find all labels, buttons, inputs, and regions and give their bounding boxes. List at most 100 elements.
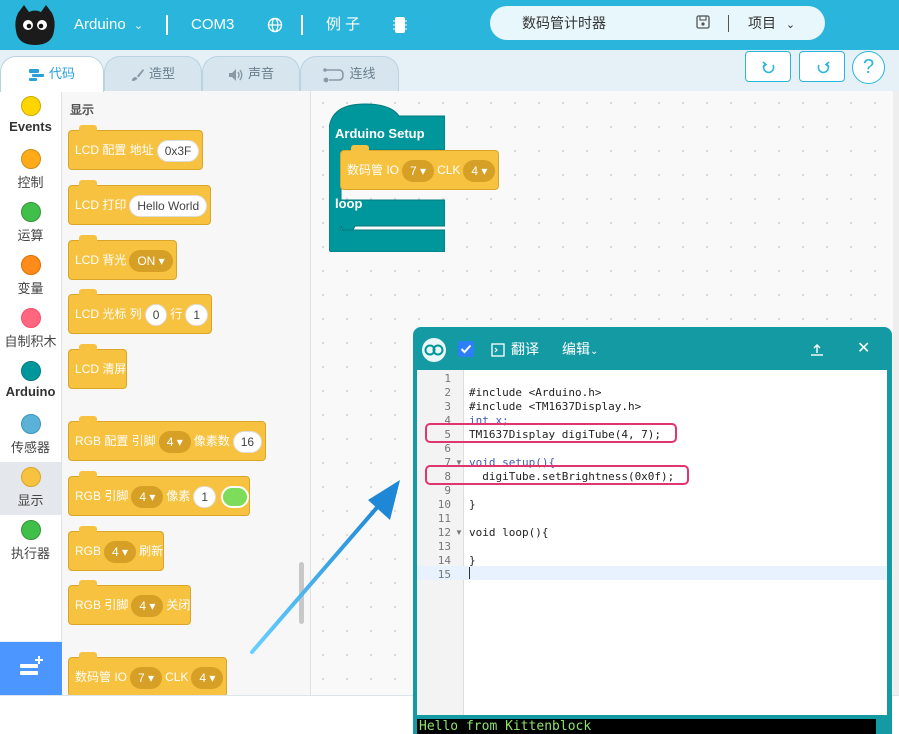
code-editor[interactable]: 1 2 3 4 5 6 7 8 9 10 11 12 13 14 15 ▼ ▼ … — [417, 370, 887, 715]
project-name-input[interactable]: 数码管计时器 — [522, 6, 606, 40]
rgb-refresh-block[interactable]: RGB4刷新 — [68, 526, 165, 571]
tab-wiring[interactable]: 连线 — [300, 56, 399, 92]
pin-dropdown[interactable]: 4 — [131, 485, 164, 508]
pin-dropdown[interactable]: 4 — [104, 540, 137, 563]
category-label: 控制 — [17, 175, 44, 190]
category-dot — [20, 308, 41, 328]
category-dot — [20, 149, 41, 169]
highlight-box — [425, 465, 689, 485]
project-menu[interactable]: 项目 ⌄ — [748, 6, 795, 42]
block-label: 关闭 — [166, 598, 191, 612]
category-label: 显示 — [17, 493, 44, 508]
code-line: } — [469, 554, 476, 567]
fold-arrow-icon[interactable]: ▼ — [455, 528, 463, 537]
redo-icon — [817, 61, 830, 74]
examples-button[interactable]: 例 子 — [326, 0, 360, 50]
undo-icon — [762, 61, 775, 74]
block-label: 行 — [170, 307, 183, 321]
category-label: 执行器 — [10, 546, 50, 561]
block-label: RGB — [75, 544, 102, 558]
close-button[interactable]: ✕ — [857, 327, 870, 371]
add-extension-button[interactable] — [0, 642, 62, 695]
category-label: 运算 — [17, 228, 44, 243]
category-label: Events — [9, 119, 52, 134]
category-operators[interactable]: 运算 — [0, 197, 61, 250]
active-line — [417, 566, 887, 580]
rgb-config-block[interactable]: RGB 配置 引脚4像素数16 — [68, 416, 267, 461]
io-dropdown[interactable]: 7 — [130, 666, 163, 689]
code-preview-window: 翻译 编辑⌄ ✕ 1 2 3 4 5 6 7 8 9 10 11 12 13 1… — [413, 327, 892, 734]
category-variables[interactable]: 变量 — [0, 250, 61, 303]
text-field[interactable]: Hello World — [129, 194, 208, 217]
rgb-off-block[interactable]: RGB 引脚4关闭 — [68, 580, 192, 625]
tab-code-label: 代码 — [48, 66, 75, 81]
clk-dropdown[interactable]: 4 — [463, 159, 496, 182]
lcd-print-block[interactable]: LCD 打印 Hello World — [68, 180, 212, 225]
category-arduino[interactable]: Arduino — [0, 356, 61, 409]
tube-config-block-placed[interactable]: 数码管 IO7CLK4 — [340, 145, 500, 190]
code-line: #include <Arduino.h> — [469, 386, 602, 399]
category-label: 传感器 — [10, 440, 50, 455]
code-line: } — [469, 498, 476, 511]
question-icon: ? — [862, 56, 875, 78]
pointer-arrow — [250, 480, 400, 654]
row-field[interactable]: 1 — [185, 303, 209, 326]
translate-button[interactable]: 翻译 — [491, 327, 539, 371]
io-dropdown[interactable]: 7 — [402, 159, 435, 182]
category-events[interactable]: Events — [0, 91, 61, 144]
board-selector[interactable]: Arduino ⌄ — [74, 0, 143, 50]
lcd-config-block[interactable]: LCD 配置 地址 0x3F — [68, 125, 204, 170]
category-dot — [20, 467, 41, 487]
category-dot — [20, 361, 41, 381]
tab-sounds-label: 声音 — [247, 66, 274, 81]
lcd-cursor-block[interactable]: LCD 光标 列0行1 — [68, 289, 213, 334]
category-my-blocks[interactable]: 自制积木 — [0, 303, 61, 356]
globe-icon — [267, 17, 283, 33]
block-label: CLK — [437, 163, 461, 177]
pin-dropdown[interactable]: 4 — [158, 430, 191, 453]
line-number: 10 — [437, 498, 451, 511]
project-menu-label: 项目 — [748, 15, 776, 31]
column-field[interactable]: 0 — [144, 303, 168, 326]
undo-button[interactable] — [745, 51, 791, 82]
tube-config-block[interactable]: 数码管 IO7CLK4 — [68, 652, 228, 697]
pixel-index-field[interactable]: 1 — [193, 485, 217, 508]
block-label: 像素 — [166, 489, 191, 503]
category-actuators[interactable]: 执行器 — [0, 515, 61, 568]
code-line: #include <TM1637Display.h> — [469, 400, 642, 413]
upload-button[interactable] — [810, 327, 824, 371]
workspace-scrollbar[interactable] — [893, 91, 899, 695]
lcd-clear-block[interactable]: LCD 清屏 — [68, 344, 128, 389]
address-field[interactable]: 0x3F — [156, 139, 200, 162]
help-button[interactable]: ? — [852, 51, 885, 84]
kitten-logo-icon[interactable] — [14, 3, 56, 47]
tab-costumes[interactable]: 造型 — [104, 56, 202, 92]
tab-sounds[interactable]: 声音 — [202, 56, 300, 92]
port-selector[interactable]: COM3 — [191, 0, 234, 50]
serial-console[interactable]: Hello from Kittenblock — [417, 719, 876, 734]
save-icon[interactable] — [696, 15, 710, 29]
translate-label: 翻译 — [511, 341, 539, 357]
pixel-count-field[interactable]: 16 — [232, 430, 263, 453]
backlight-dropdown[interactable]: ON — [129, 249, 173, 272]
category-sensors[interactable]: 传感器 — [0, 409, 61, 462]
language-button[interactable] — [267, 0, 283, 50]
highlight-box — [425, 423, 677, 443]
rgb-pixel-block[interactable]: RGB 引脚4像素1 — [68, 471, 251, 516]
checkbox-checked-icon[interactable] — [458, 341, 474, 357]
upload-icon — [811, 344, 823, 356]
lcd-backlight-block[interactable]: LCD 背光 ON — [68, 235, 177, 280]
clk-dropdown[interactable]: 4 — [191, 666, 224, 689]
project-bar: 数码管计时器 项目 ⌄ — [490, 6, 825, 40]
tab-code[interactable]: 代码 — [0, 56, 104, 92]
text-cursor — [469, 567, 470, 579]
category-control[interactable]: 控制 — [0, 144, 61, 197]
wiring-icon — [323, 67, 345, 82]
pin-dropdown[interactable]: 4 — [131, 594, 164, 617]
speaker-icon — [228, 68, 243, 81]
category-display[interactable]: 显示 — [0, 462, 61, 515]
redo-button[interactable] — [799, 51, 845, 82]
board-chip-button[interactable] — [393, 0, 407, 50]
category-label: 自制积木 — [4, 334, 57, 349]
edit-menu[interactable]: 编辑⌄ — [562, 327, 598, 371]
